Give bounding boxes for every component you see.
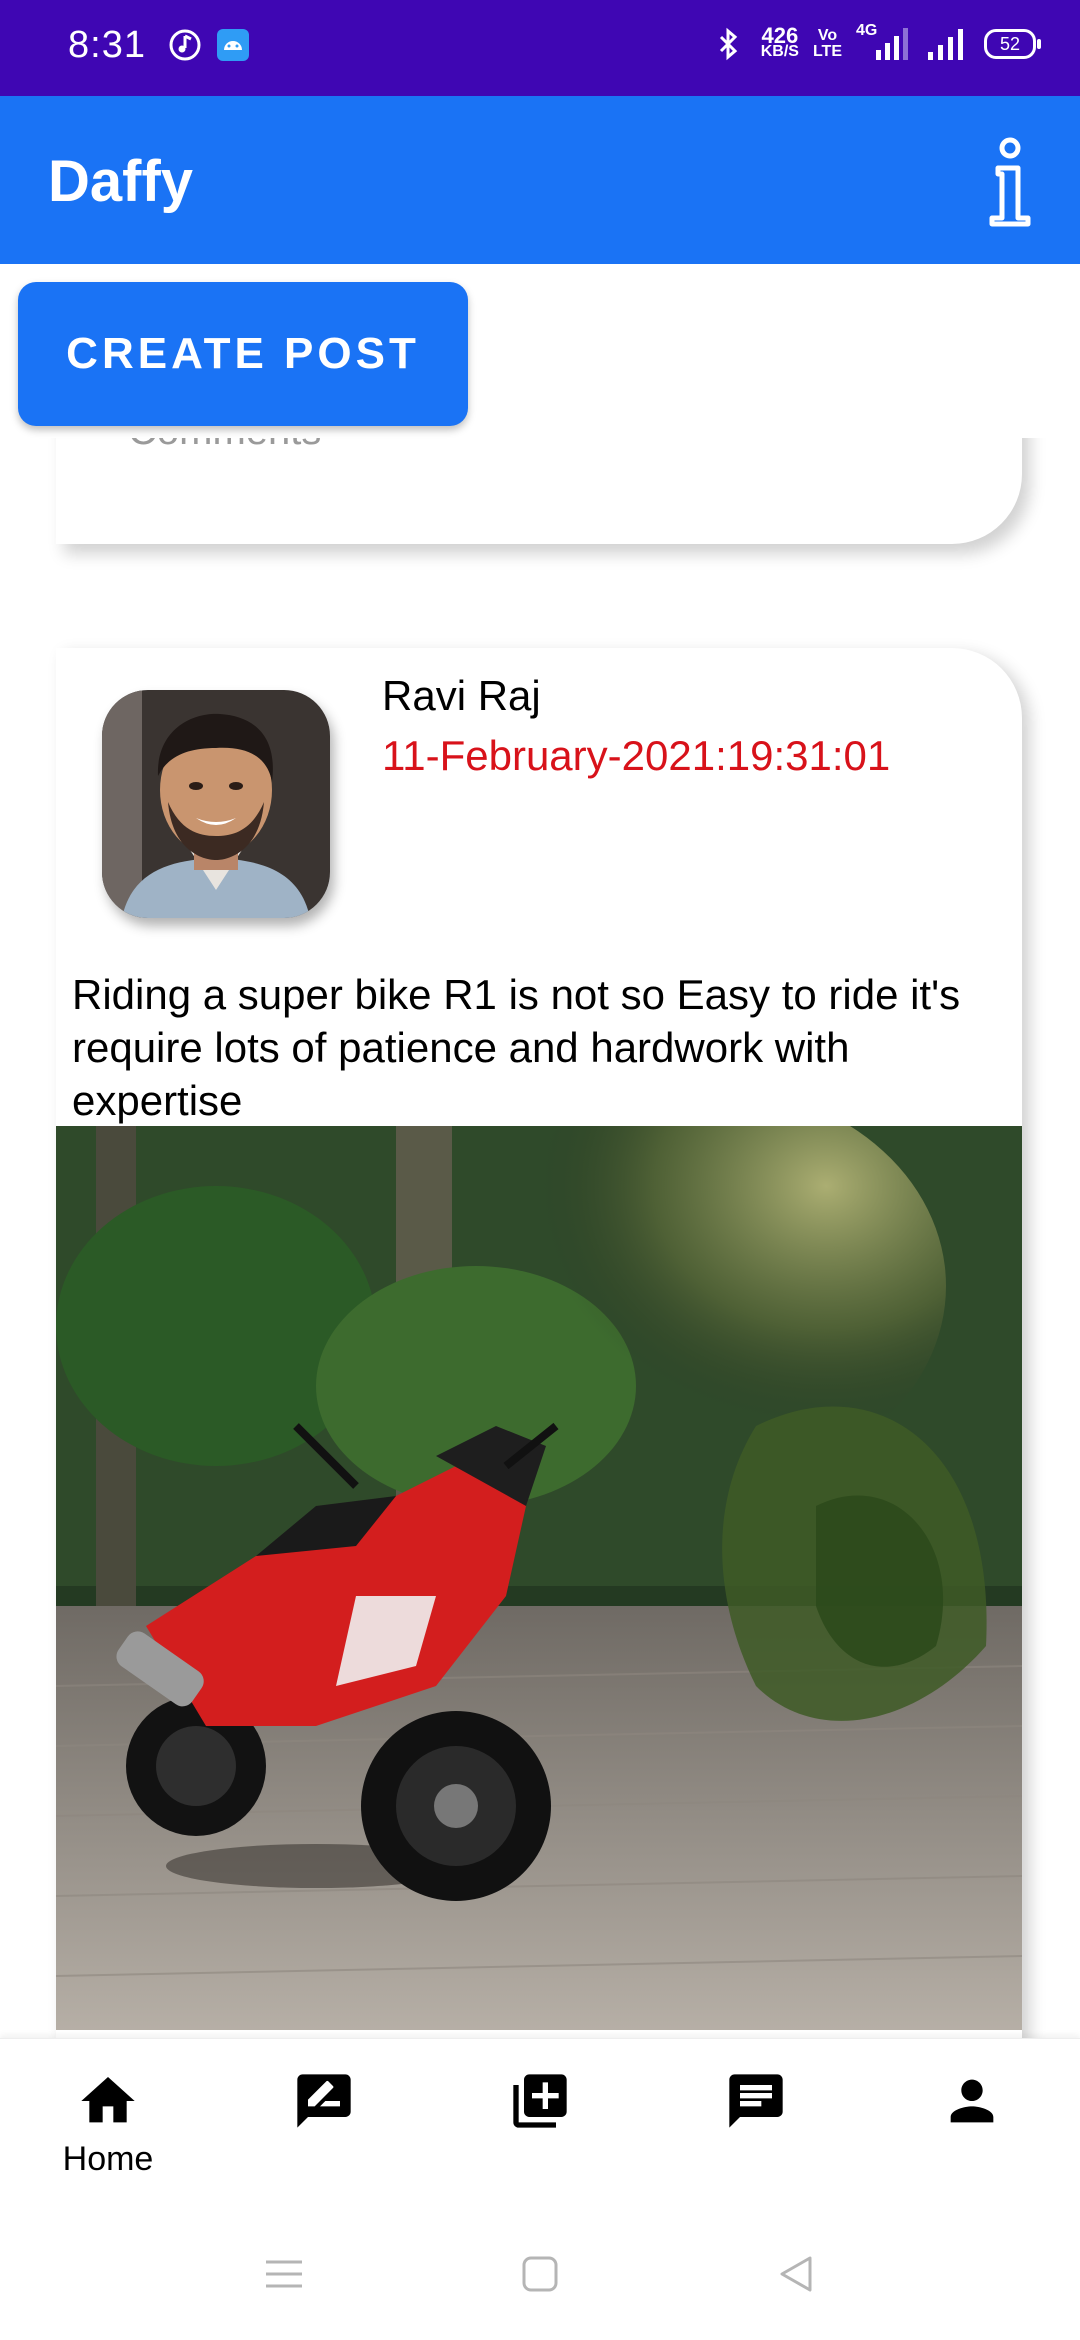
bottom-navigation: Home — [0, 2038, 1080, 2209]
person-icon — [950, 2079, 994, 2123]
post-timestamp: 11-February-2021:19:31:01 — [382, 732, 891, 779]
app-bar: Daffy — [0, 96, 1080, 264]
battery-icon: 52 — [984, 29, 1041, 59]
nav-profile[interactable] — [892, 2069, 1052, 2138]
create-post-bar: CREATE POST — [0, 264, 1080, 438]
edit-note-icon — [297, 2074, 351, 2128]
signal-icon — [928, 29, 963, 60]
status-bar: 8:31 426 KB/S Vo LTE 4G 52 — [0, 0, 1080, 96]
status-right-icons: 426 KB/S Vo LTE 4G 52 — [711, 22, 1041, 62]
nav-add[interactable] — [460, 2069, 620, 2138]
post-author[interactable]: Ravi Raj — [382, 672, 541, 720]
menu-icon[interactable] — [262, 2252, 306, 2296]
network-speed-value: 426 — [761, 23, 799, 48]
back-icon[interactable] — [774, 2252, 818, 2296]
nav-write[interactable] — [244, 2069, 404, 2138]
chat-icon — [729, 2074, 783, 2128]
add-box-icon — [513, 2074, 567, 2128]
music-notification-icon — [169, 29, 201, 61]
nav-home[interactable]: Home — [28, 2069, 188, 2179]
volte-bottom: LTE — [812, 43, 842, 60]
network-speed-unit: KB/S — [760, 43, 799, 60]
post-image[interactable] — [56, 1126, 1022, 2030]
info-icon[interactable] — [980, 136, 1040, 228]
feed[interactable]: 0likes Comments CREATE POST Ravi Raj 11-… — [0, 264, 1080, 2038]
status-left-icons — [168, 28, 250, 62]
bluetooth-icon — [719, 27, 737, 61]
app-title: Daffy — [48, 149, 194, 214]
volte-top: Vo — [817, 27, 838, 44]
nav-home-label: Home — [62, 2140, 154, 2178]
create-post-button[interactable]: CREATE POST — [18, 282, 468, 426]
post-text: Riding a super bike R1 is not so Easy to… — [72, 971, 961, 1124]
network-speed: 426 KB/S — [760, 23, 799, 60]
home-icon — [81, 2077, 135, 2123]
status-time: 8:31 — [68, 24, 146, 66]
nav-messages[interactable] — [676, 2069, 836, 2138]
post-card: Ravi Raj 11-February-2021:19:31:01 Ridin… — [56, 648, 1022, 2038]
avatar[interactable] — [102, 690, 330, 918]
system-navigation-bar — [0, 2208, 1080, 2340]
home-square-icon[interactable] — [518, 2252, 562, 2296]
volte-indicator: Vo LTE — [813, 28, 842, 60]
android-notification-icon — [217, 29, 249, 61]
signal-4g-icon: 4G — [856, 22, 912, 62]
